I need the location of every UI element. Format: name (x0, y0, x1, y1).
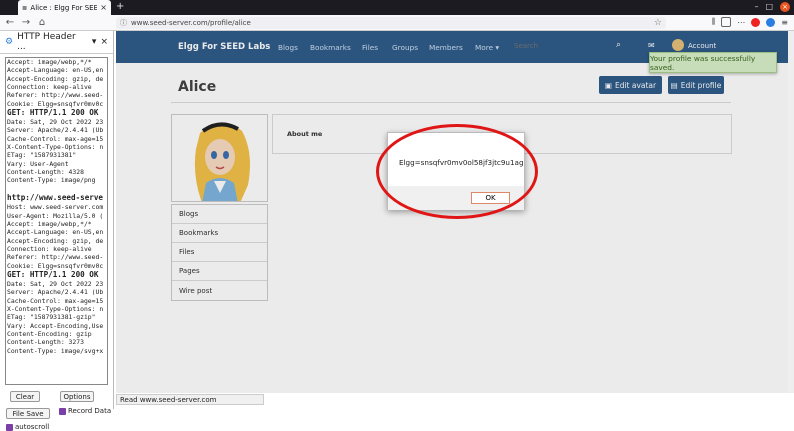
minimize-icon[interactable]: – (754, 2, 758, 12)
log-line: Vary: User-Agent (7, 159, 69, 168)
log-line: Accept-Language: en-US,en (7, 66, 104, 75)
log-line: Accept-Language: en-US,en (7, 228, 104, 237)
log-line: Cookie: Elgg=snsqfvr0mv0c (7, 261, 104, 270)
browser-tab[interactable]: ▪ Alice : Elgg For SEED Lab × (18, 0, 111, 15)
dropdown-icon[interactable]: ▾ (92, 37, 97, 47)
log-line: Content-Type: image/png (7, 176, 96, 185)
sidebar-header: ⚙ HTTP Header ... ▾ × (0, 31, 113, 54)
log-line: Content-Length: 4328 (7, 168, 84, 177)
home-icon[interactable]: ⌂ (36, 17, 48, 28)
forward-icon[interactable]: → (20, 17, 32, 28)
log-line: Server: Apache/2.4.41 (Ub (7, 126, 104, 135)
log-line: Cache-Control: max-age=15 (7, 134, 104, 143)
log-line: X-Content-Type-Options: n (7, 143, 104, 152)
log-line: Date: Sat, 29 Oct 2022 23 (7, 279, 104, 288)
log-line: Vary: Accept-Encoding,Use (7, 321, 104, 330)
http-header-sidebar: ⚙ HTTP Header ... ▾ × Accept: image/webp… (0, 31, 114, 431)
menu-icon[interactable]: ≡ (781, 18, 788, 27)
log-line: Accept-Encoding: gzip, de (7, 236, 104, 245)
log-line: Accept-Encoding: gzip, de (7, 74, 104, 83)
sidebar-title: HTTP Header ... (17, 32, 76, 52)
tab-bar: ▪ Alice : Elgg For SEED Lab × + – □ × (0, 0, 794, 15)
log-line: Referer: http://www.seed- (7, 253, 104, 262)
page-info-icon[interactable]: ⓘ (120, 18, 127, 28)
tab-close-icon[interactable]: × (100, 3, 107, 12)
header-log[interactable]: Accept: image/webp,*/* Accept-Language: e… (5, 57, 108, 385)
log-line: Date: Sat, 29 Oct 2022 23 (7, 118, 104, 127)
sidebar-close-icon[interactable]: × (100, 37, 108, 47)
log-line: Cookie: Elgg=snsqfvr0mv0c (7, 99, 104, 108)
record-data-checkbox[interactable]: Record Data (59, 407, 111, 415)
log-line: GET: HTTP/1.1 200 OK (7, 108, 99, 118)
navigation-bar: ← → ⌂ ⓘ www.seed-server.com/profile/alic… (0, 15, 794, 31)
options-button[interactable]: Options (60, 391, 94, 402)
tab-title: Alice : Elgg For SEED Lab (30, 3, 98, 12)
page-scrollbar[interactable] (788, 31, 794, 393)
log-line: Referer: http://www.seed- (7, 91, 104, 100)
window-controls: – □ × (754, 2, 790, 12)
back-icon[interactable]: ← (4, 17, 16, 28)
clear-button[interactable]: Clear (10, 391, 40, 402)
autoscroll-checkbox[interactable]: autoscroll (6, 423, 49, 431)
record-data-label: Record Data (68, 407, 112, 415)
highlight-annotation (376, 124, 538, 219)
log-line: Host: www.seed-server.com (7, 203, 104, 212)
close-window-icon[interactable]: × (780, 2, 790, 12)
log-line: X-Content-Type-Options: n (7, 304, 104, 313)
log-line: Server: Apache/2.4.41 (Ub (7, 288, 104, 297)
library-icon[interactable]: ⫼ (712, 17, 716, 27)
log-line: Content-Type: image/svg+x (7, 346, 104, 355)
log-line: Cache-Control: max-age=15 (7, 296, 104, 305)
log-line: Accept: image/webp,*/* (7, 58, 92, 66)
log-line: User-Agent: Mozilla/5.0 ( (7, 211, 104, 220)
bookmark-star-icon[interactable]: ☆ (654, 18, 662, 28)
http-header-icon: ⚙ (5, 37, 14, 47)
log-line: ETag: "1587931381" (7, 151, 77, 160)
extension-icon[interactable]: ⋯ (737, 18, 745, 27)
maximize-icon[interactable]: □ (765, 2, 773, 12)
tab-favicon-icon: ▪ (22, 3, 28, 12)
log-line: Accept: image/webp,*/* (7, 219, 92, 228)
url-bar[interactable]: ⓘ www.seed-server.com/profile/alice ☆ (116, 17, 666, 29)
log-line: Connection: keep-alive (7, 244, 92, 253)
sidebar-toggle-icon[interactable] (721, 17, 732, 27)
log-line: http://www.seed-serve (7, 193, 104, 203)
status-bar: Read www.seed-server.com (116, 394, 264, 405)
extension-red-icon[interactable] (751, 17, 761, 27)
new-tab-icon[interactable]: + (116, 1, 124, 12)
url-text[interactable]: www.seed-server.com/profile/alice (131, 19, 251, 27)
toolbar-right: ⫼ ⋯ ≡ (712, 17, 788, 27)
log-line: ETag: "1587931381-gzip" (7, 313, 96, 322)
autoscroll-label: autoscroll (15, 423, 50, 431)
log-line: Content-Length: 3273 (7, 338, 84, 347)
autoscroll-checkbox-icon[interactable] (6, 423, 13, 431)
file-save-button[interactable]: File Save (6, 408, 50, 419)
log-line: Content-Encoding: gzip (7, 329, 92, 338)
log-line: GET: HTTP/1.1 200 OK (7, 269, 99, 279)
log-line: Connection: keep-alive (7, 83, 92, 92)
extension-blue-icon[interactable] (766, 17, 776, 27)
